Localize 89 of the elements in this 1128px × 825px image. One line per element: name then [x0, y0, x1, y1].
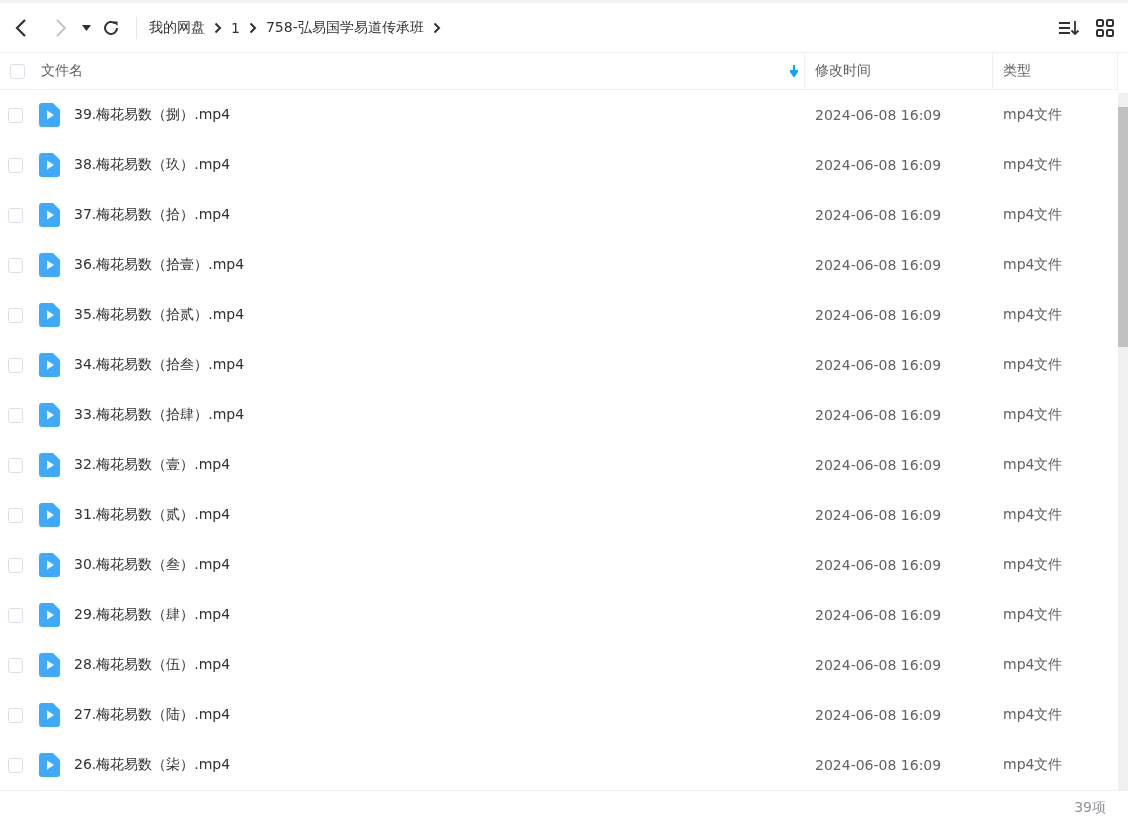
row-checkbox[interactable] [8, 257, 23, 273]
chevron-right-icon [432, 21, 441, 34]
scrollbar[interactable] [1118, 93, 1128, 790]
modified-time: 2024-06-08 16:09 [814, 356, 943, 375]
breadcrumb-link[interactable]: 我的网盘 [149, 18, 205, 37]
row-checkbox[interactable] [8, 557, 23, 573]
modified-time: 2024-06-08 16:09 [814, 156, 943, 175]
file-type: mp4文件 [1002, 255, 1064, 274]
file-type: mp4文件 [1002, 705, 1064, 724]
file-name[interactable]: 29.梅花易数（肆）.mp4 [74, 606, 231, 624]
file-type: mp4文件 [1002, 105, 1064, 124]
video-file-icon [39, 253, 60, 277]
file-type: mp4文件 [1002, 655, 1064, 674]
modified-time: 2024-06-08 16:09 [814, 306, 943, 325]
file-name[interactable]: 31.梅花易数（贰）.mp4 [74, 506, 231, 524]
file-type: mp4文件 [1002, 155, 1064, 174]
modified-time: 2024-06-08 16:09 [814, 606, 943, 625]
file-type: mp4文件 [1002, 205, 1064, 224]
file-name[interactable]: 26.梅花易数（柒）.mp4 [74, 756, 231, 774]
file-name[interactable]: 27.梅花易数（陆）.mp4 [74, 706, 231, 724]
back-icon [15, 18, 27, 37]
file-name[interactable]: 38.梅花易数（玖）.mp4 [74, 156, 231, 174]
file-type: mp4文件 [1002, 605, 1064, 624]
file-name[interactable]: 37.梅花易数（拾）.mp4 [74, 206, 231, 224]
file-name[interactable]: 36.梅花易数（拾壹）.mp4 [74, 256, 245, 274]
video-file-icon [39, 353, 60, 377]
modified-time: 2024-06-08 16:09 [814, 456, 943, 475]
row-checkbox[interactable] [8, 757, 23, 773]
video-file-icon [39, 103, 60, 127]
breadcrumb-link[interactable]: 1 [231, 19, 240, 36]
video-file-icon [39, 403, 60, 427]
video-file-icon [39, 553, 60, 577]
row-checkbox[interactable] [8, 307, 23, 323]
modified-time: 2024-06-08 16:09 [814, 406, 943, 425]
select-all-checkbox[interactable] [10, 63, 25, 79]
row-checkbox[interactable] [8, 207, 23, 223]
row-checkbox[interactable] [8, 357, 23, 373]
row-checkbox[interactable] [8, 507, 23, 523]
modified-time: 2024-06-08 16:09 [814, 106, 943, 125]
row-checkbox[interactable] [8, 607, 23, 623]
file-name[interactable]: 33.梅花易数（拾肆）.mp4 [74, 406, 245, 424]
file-type: mp4文件 [1002, 555, 1064, 574]
row-checkbox[interactable] [8, 407, 23, 423]
column-header[interactable]: 文件名 [41, 62, 83, 80]
chevron-right-icon [214, 21, 222, 34]
file-type: mp4文件 [1002, 755, 1064, 774]
modified-time: 2024-06-08 16:09 [814, 756, 943, 775]
file-type: mp4文件 [1002, 305, 1064, 324]
row-checkbox[interactable] [8, 107, 23, 123]
file-name[interactable]: 32.梅花易数（壹）.mp4 [74, 456, 231, 474]
row-checkbox[interactable] [8, 707, 23, 723]
modified-time: 2024-06-08 16:09 [814, 556, 943, 575]
column-header[interactable]: 修改时间 [815, 62, 871, 80]
video-file-icon [39, 303, 60, 327]
video-file-icon [39, 203, 60, 227]
video-file-icon [39, 703, 60, 727]
video-file-icon [39, 603, 60, 627]
file-name[interactable]: 34.梅花易数（拾叁）.mp4 [74, 356, 245, 374]
file-type: mp4文件 [1002, 405, 1064, 424]
video-file-icon [39, 453, 60, 477]
row-checkbox[interactable] [8, 457, 23, 473]
item-count: 39项 [1074, 799, 1106, 817]
file-name[interactable]: 39.梅花易数（捌）.mp4 [74, 106, 231, 124]
video-file-icon [39, 653, 60, 677]
video-file-icon [39, 503, 60, 527]
sort-icon [1058, 18, 1080, 37]
file-name[interactable]: 28.梅花易数（伍）.mp4 [74, 656, 231, 674]
modified-time: 2024-06-08 16:09 [814, 656, 943, 675]
video-file-icon [39, 753, 60, 777]
row-checkbox[interactable] [8, 657, 23, 673]
chevron-right-icon [248, 21, 257, 34]
modified-time: 2024-06-08 16:09 [814, 706, 943, 725]
breadcrumb-link[interactable]: 758-弘易国学易道传承班 [265, 18, 424, 37]
row-checkbox[interactable] [8, 157, 23, 173]
forward-icon [55, 18, 67, 37]
video-file-icon [39, 153, 60, 177]
column-header[interactable]: 类型 [1003, 62, 1031, 80]
file-name[interactable]: 35.梅花易数（拾贰）.mp4 [74, 306, 245, 324]
file-type: mp4文件 [1002, 355, 1064, 374]
caret-down-icon [81, 24, 91, 31]
modified-time: 2024-06-08 16:09 [814, 506, 943, 525]
sort-arrow-icon [790, 65, 798, 77]
modified-time: 2024-06-08 16:09 [814, 206, 943, 225]
file-type: mp4文件 [1002, 455, 1064, 474]
refresh-icon [102, 18, 120, 37]
file-name[interactable]: 30.梅花易数（叁）.mp4 [74, 556, 231, 574]
modified-time: 2024-06-08 16:09 [814, 256, 943, 275]
grid-view-icon [1096, 18, 1114, 37]
file-type: mp4文件 [1002, 505, 1064, 524]
